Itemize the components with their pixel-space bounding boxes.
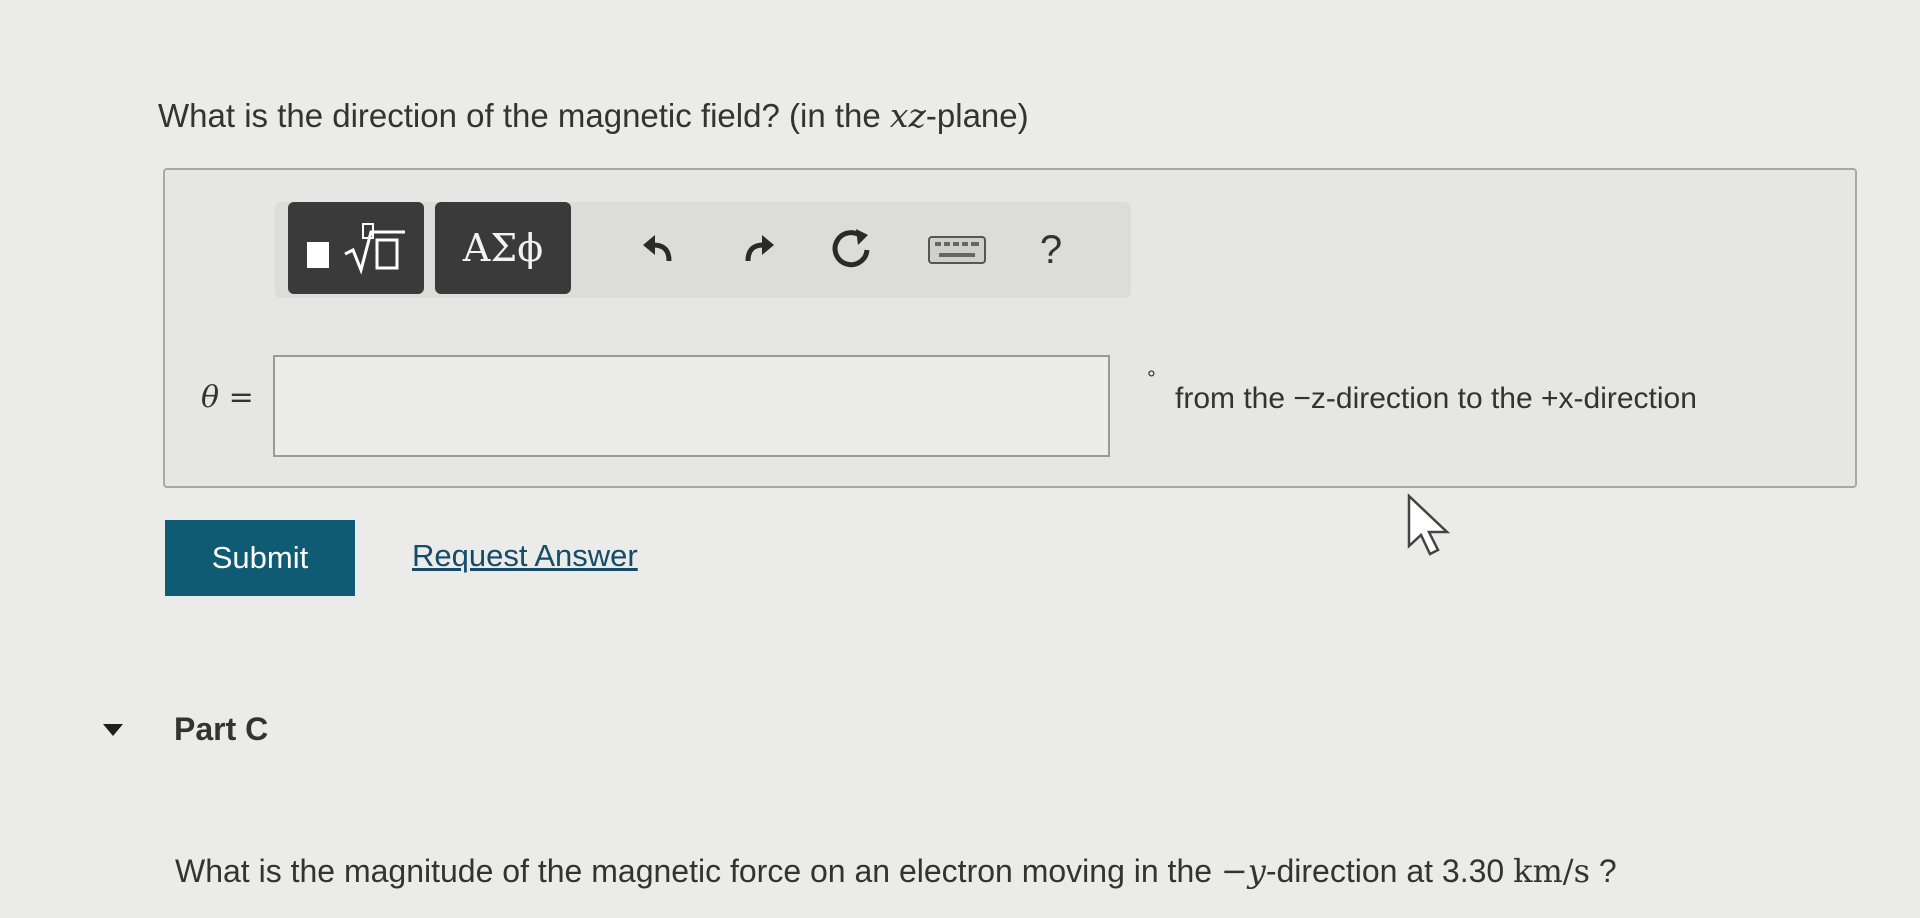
keyboard-button[interactable] [922,220,992,280]
chevron-down-icon[interactable] [102,722,124,738]
question-prefix: What is the direction of the magnetic fi… [158,97,890,134]
degree-unit: ° [1147,366,1156,391]
submit-button[interactable]: Submit [165,520,355,596]
template-icon [307,223,405,275]
part-c-question: What is the magnitude of the magnetic fo… [175,852,1617,890]
theta-symbol: θ = [201,380,254,415]
direction-text: from the −z-direction to the +x-directio… [1175,382,1697,415]
question-math: xz [889,96,926,135]
keyboard-icon [928,236,986,264]
answer-panel: ΑΣϕ ? θ = ° from the −z-direction to the… [163,168,1857,488]
part-c-question-suffix: ? [1590,853,1617,889]
redo-button[interactable] [727,220,787,280]
undo-icon [643,235,672,262]
greek-symbols-button[interactable]: ΑΣϕ [435,202,571,294]
reset-button[interactable] [821,220,881,280]
part-c-question-math: −y [1220,852,1266,890]
question-suffix: -plane) [925,97,1029,134]
reset-icon [832,229,870,268]
request-answer-link[interactable]: Request Answer [412,538,638,574]
template-button[interactable] [288,202,424,294]
theta-label: θ = [201,380,254,415]
help-icon: ? [1039,227,1063,272]
answer-input[interactable] [273,355,1110,457]
part-c-question-middle: -direction at 3.30 [1265,853,1514,889]
undo-button[interactable] [630,220,690,280]
help-button[interactable]: ? [1021,220,1081,280]
cursor-icon [1407,493,1451,556]
part-c-title[interactable]: Part C [174,711,268,748]
part-c-question-prefix: What is the magnitude of the magnetic fo… [175,853,1221,889]
math-toolbar: ΑΣϕ ? [275,202,1131,298]
part-c-question-unit: km/s [1513,852,1590,890]
redo-icon [745,235,774,262]
part-b-question: What is the direction of the magnetic fi… [158,96,1029,135]
